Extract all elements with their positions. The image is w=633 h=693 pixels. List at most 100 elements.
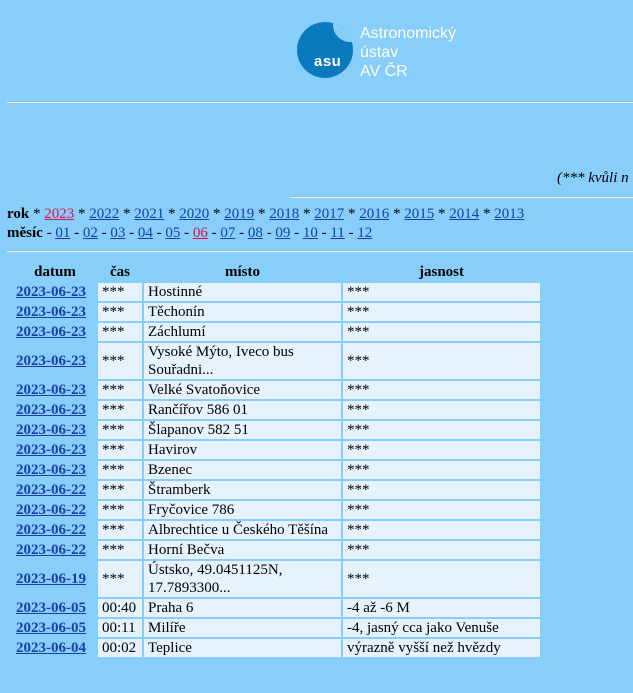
date-link[interactable]: 2023-06-22 (16, 522, 86, 538)
year-link[interactable]: 2013 (494, 206, 524, 222)
cell-cas: 00:40 (98, 599, 142, 617)
year-link[interactable]: 2017 (314, 206, 344, 222)
month-nav-label: měsíc (7, 225, 43, 241)
cell-jasnost: *** (343, 283, 540, 301)
cell-jasnost: *** (343, 323, 540, 341)
table-row: 2023-06-05 00:40 Praha 6 -4 až -6 M (14, 599, 540, 617)
note-text: (*** kvůli n (557, 170, 629, 186)
table-row: 2023-06-22 *** Albrechtice u Českého Těšín… (14, 521, 540, 539)
month-link[interactable]: 11 (330, 225, 344, 241)
date-link[interactable]: 2023-06-19 (16, 571, 86, 587)
table-header-row: datum čas místo jasnost (14, 263, 540, 281)
date-link[interactable]: 2023-06-05 (16, 620, 86, 636)
cell-jasnost: *** (343, 381, 540, 399)
date-link[interactable]: 2023-06-23 (16, 422, 86, 438)
table-row: 2023-06-23 *** Záchlumí *** (14, 323, 540, 341)
table-row: 2023-06-04 00:02 Teplice výrazně vyšší než … (14, 639, 540, 657)
date-link[interactable]: 2023-06-23 (16, 353, 86, 369)
cell-jasnost: *** (343, 521, 540, 539)
date-link[interactable]: 2023-06-23 (16, 442, 86, 458)
table-row: 2023-06-22 *** Fryčovice 786 *** (14, 501, 540, 519)
date-link[interactable]: 2023-06-22 (16, 502, 86, 518)
cell-jasnost: -4 až -6 M (343, 599, 540, 617)
cell-datum: 2023-06-22 (14, 501, 96, 519)
cell-misto: Hostinné (144, 283, 341, 301)
date-link[interactable]: 2023-06-22 (16, 482, 86, 498)
cell-misto: Bzenec (144, 461, 341, 479)
logo-line-2: ústav (360, 44, 399, 61)
cell-jasnost: *** (343, 401, 540, 419)
cell-misto: Ústsko, 49.0451125N, 17.7893300... (144, 561, 341, 597)
month-link[interactable]: 09 (275, 225, 290, 241)
cell-jasnost: *** (343, 501, 540, 519)
month-link[interactable]: 01 (55, 225, 70, 241)
cell-datum: 2023-06-23 (14, 303, 96, 321)
divider-note (291, 196, 633, 198)
year-link[interactable]: 2019 (224, 206, 254, 222)
cell-jasnost: *** (343, 561, 540, 597)
cell-datum: 2023-06-23 (14, 421, 96, 439)
cell-jasnost: *** (343, 343, 540, 379)
year-link[interactable]: 2018 (269, 206, 299, 222)
year-link[interactable]: 2020 (179, 206, 209, 222)
year-link[interactable]: 2022 (89, 206, 119, 222)
divider-top (7, 101, 633, 103)
year-link[interactable]: 2023 (44, 206, 74, 222)
month-link[interactable]: 02 (83, 225, 98, 241)
cell-misto: Havirov (144, 441, 341, 459)
cell-cas: *** (98, 461, 142, 479)
logo-wordmark: Astronomický ústav AV ČR (360, 24, 456, 81)
date-link[interactable]: 2023-06-22 (16, 542, 86, 558)
year-nav-label: rok (7, 206, 30, 222)
cell-cas: *** (98, 283, 142, 301)
cell-misto: Teplice (144, 639, 341, 657)
cell-cas: 00:11 (98, 619, 142, 637)
date-link[interactable]: 2023-06-23 (16, 304, 86, 320)
month-nav: měsíc - 01 - 02 - 03 - 04 - 05 - 06 - 07… (7, 225, 373, 241)
date-link[interactable]: 2023-06-23 (16, 462, 86, 478)
year-link[interactable]: 2015 (404, 206, 434, 222)
header-misto: místo (225, 263, 260, 280)
date-link[interactable]: 2023-06-04 (16, 640, 86, 656)
cell-datum: 2023-06-23 (14, 461, 96, 479)
table-row: 2023-06-05 00:11 Milíře -4, jasný cca jako … (14, 619, 540, 637)
month-link[interactable]: 03 (110, 225, 125, 241)
month-link[interactable]: 07 (220, 225, 235, 241)
table-row: 2023-06-23 *** Havirov *** (14, 441, 540, 459)
cell-misto: Albrechtice u Českého Těšína (144, 521, 341, 539)
month-link[interactable]: 08 (248, 225, 263, 241)
cell-misto: Vysoké Mýto, Iveco bus Souřadni... (144, 343, 341, 379)
cell-misto: Šlapanov 582 51 (144, 421, 341, 439)
cell-datum: 2023-06-23 (14, 343, 96, 379)
date-link[interactable]: 2023-06-23 (16, 324, 86, 340)
date-link[interactable]: 2023-06-23 (16, 284, 86, 300)
cell-misto: Velké Svatoňovice (144, 381, 341, 399)
year-link[interactable]: 2016 (359, 206, 389, 222)
cell-cas: 00:02 (98, 639, 142, 657)
cell-datum: 2023-06-23 (14, 283, 96, 301)
cell-datum: 2023-06-22 (14, 481, 96, 499)
cell-datum: 2023-06-23 (14, 441, 96, 459)
cell-cas: *** (98, 441, 142, 459)
date-link[interactable]: 2023-06-23 (16, 382, 86, 398)
logo-abbr: asu (314, 53, 342, 70)
year-link[interactable]: 2014 (449, 206, 479, 222)
cell-jasnost: *** (343, 303, 540, 321)
cell-jasnost: *** (343, 441, 540, 459)
table-row: 2023-06-23 *** Hostinné *** (14, 283, 540, 301)
cell-datum: 2023-06-04 (14, 639, 96, 657)
month-link[interactable]: 12 (357, 225, 372, 241)
asu-logo[interactable]: asu Astronomický ústav AV ČR (297, 22, 487, 80)
cell-misto: Milíře (144, 619, 341, 637)
month-link[interactable]: 06 (193, 225, 208, 241)
month-link[interactable]: 10 (303, 225, 318, 241)
header-cas: čas (110, 263, 130, 280)
month-link[interactable]: 04 (138, 225, 153, 241)
logo-mark-icon: asu (297, 22, 353, 78)
table-row: 2023-06-23 *** Rančířov 586 01 *** (14, 401, 540, 419)
date-link[interactable]: 2023-06-05 (16, 600, 86, 616)
year-link[interactable]: 2021 (134, 206, 164, 222)
date-link[interactable]: 2023-06-23 (16, 402, 86, 418)
table-row: 2023-06-22 *** Horní Bečva *** (14, 541, 540, 559)
month-link[interactable]: 05 (165, 225, 180, 241)
